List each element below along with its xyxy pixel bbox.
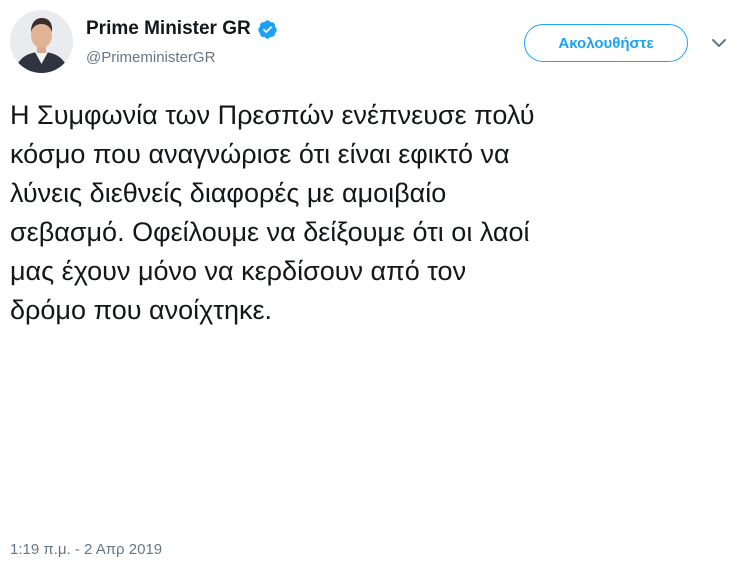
follow-button[interactable]: Ακολουθήστε (524, 24, 688, 62)
author-display-name[interactable]: Prime Minister GR (86, 18, 251, 40)
author-name-row: Prime Minister GR (86, 18, 278, 40)
chevron-down-icon[interactable] (710, 36, 728, 50)
tweet-text: Η Συμφωνία των Πρεσπών ενέπνευσε πολύ κό… (10, 100, 535, 325)
author-handle[interactable]: @PrimeministerGR (86, 49, 215, 66)
tweet-card: Prime Minister GR @PrimeministerGR Ακολο… (0, 0, 735, 569)
verified-badge-icon (257, 19, 278, 40)
tweet-timestamp[interactable]: 1:19 π.μ. - 2 Απρ 2019 (10, 541, 162, 558)
avatar[interactable] (10, 10, 73, 73)
avatar-image (10, 10, 73, 73)
